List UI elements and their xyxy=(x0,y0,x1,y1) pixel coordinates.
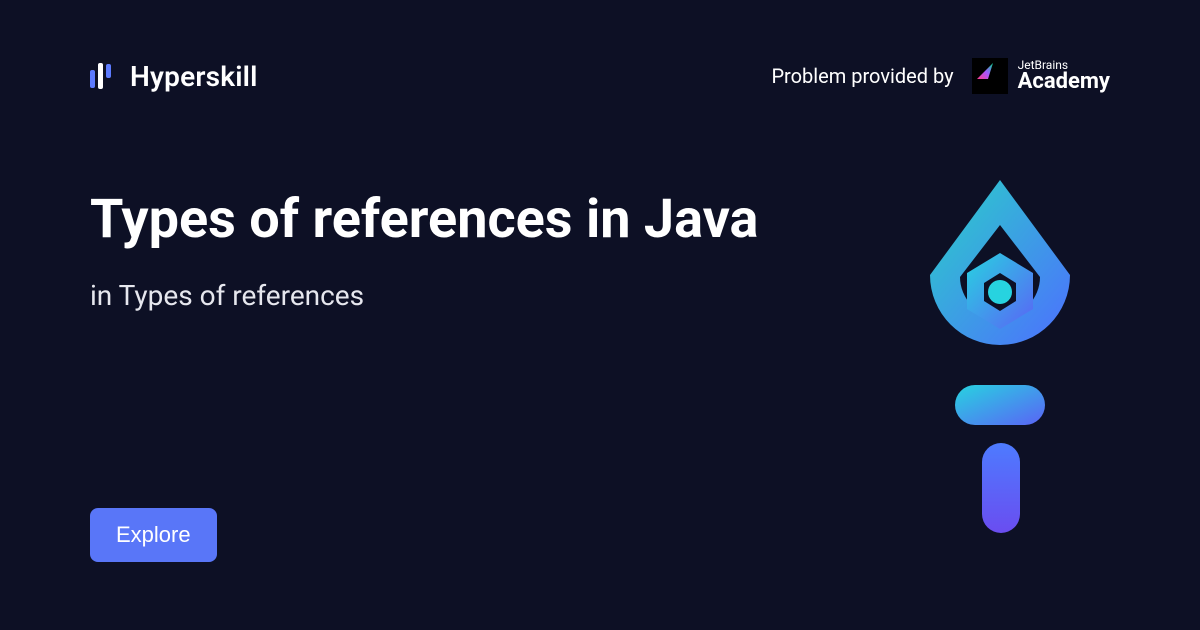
header: Hyperskill Problem provided by Jet xyxy=(0,0,1200,94)
academy-label: Academy xyxy=(1018,71,1110,93)
jetbrains-icon xyxy=(972,58,1008,94)
pen-nib-icon xyxy=(900,175,1100,535)
hyperskill-icon xyxy=(90,62,118,90)
explore-button[interactable]: Explore xyxy=(90,508,217,562)
page-title: Types of references in Java xyxy=(90,189,758,251)
brand-name: Hyperskill xyxy=(130,60,258,93)
provider-label: Problem provided by xyxy=(771,64,953,88)
jetbrains-academy-text: JetBrains Academy xyxy=(1018,59,1110,93)
page-subtitle: in Types of references xyxy=(90,279,758,312)
brand-logo: Hyperskill xyxy=(90,60,258,93)
jetbrains-academy-logo: JetBrains Academy xyxy=(972,58,1110,94)
provider-block: Problem provided by JetBrains Academ xyxy=(771,58,1110,94)
